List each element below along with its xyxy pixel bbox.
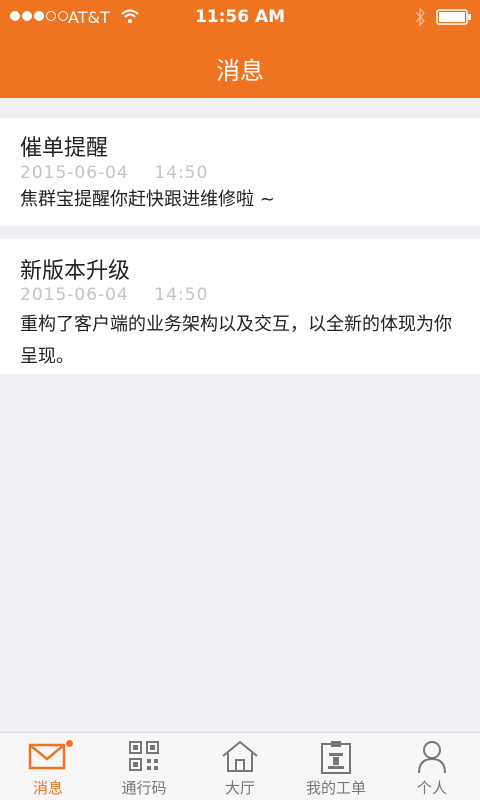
- message-timestamp: 2015-06-04 14:50: [20, 285, 209, 305]
- message-body: 重构了客户端的业务架构以及交互，以全新的体现为你呈现。: [20, 314, 452, 367]
- tab-messages[interactable]: 消息: [0, 733, 96, 800]
- status-bar: AT&T 11:56 AM: [0, 0, 480, 36]
- page-title: 消息: [216, 57, 264, 85]
- tab-label: 大厅: [224, 779, 255, 797]
- message-body: 焦群宝提醒你赶快跟进维修啦 ~: [20, 189, 275, 210]
- house-icon: [222, 740, 258, 772]
- bluetooth-icon: [415, 7, 426, 27]
- clipboard-icon: [321, 741, 351, 774]
- message-item[interactable]: 新版本升级 2015-06-04 14:50 重构了客户端的业务架构以及交互，以…: [0, 239, 480, 374]
- tab-label: 通行码: [121, 779, 167, 797]
- message-item[interactable]: 催单提醒 2015-06-04 14:50 焦群宝提醒你赶快跟进维修啦 ~: [0, 118, 480, 226]
- app-header: AT&T 11:56 AM 消息: [0, 0, 480, 98]
- user-icon: [418, 741, 446, 774]
- tab-profile[interactable]: 个人: [384, 733, 480, 800]
- tab-label: 个人: [416, 779, 447, 797]
- tab-label: 消息: [32, 779, 63, 797]
- bottom-tab-bar: 消息 通行码 大厅 我的工单 个人: [0, 732, 480, 800]
- unread-badge: [65, 739, 74, 748]
- tab-label: 我的工单: [305, 779, 366, 797]
- status-time: 11:56 AM: [194, 7, 286, 27]
- tab-pass-code[interactable]: 通行码: [96, 733, 192, 800]
- message-timestamp: 2015-06-04 14:50: [20, 163, 209, 183]
- message-title: 催单提醒: [20, 136, 109, 161]
- tab-my-orders[interactable]: 我的工单: [288, 733, 384, 800]
- message-title: 新版本升级: [20, 259, 131, 284]
- qr-code-icon: [129, 741, 159, 771]
- battery-icon: [436, 9, 471, 25]
- tab-hall[interactable]: 大厅: [192, 733, 288, 800]
- mail-icon: [28, 743, 66, 770]
